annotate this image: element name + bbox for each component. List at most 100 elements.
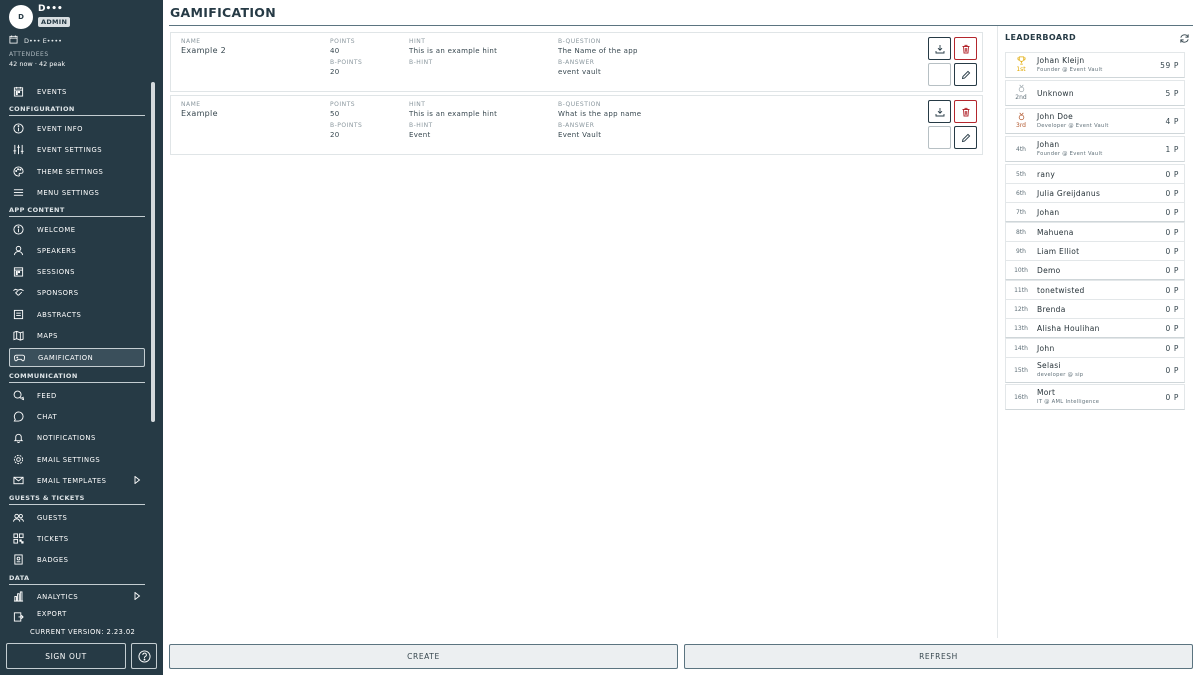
leaderboard-rank: 8th [1016, 229, 1026, 236]
sidebar-item-events[interactable]: EVENTS [9, 82, 145, 101]
edit-button[interactable] [954, 126, 977, 149]
section-title-guests-tickets: GUESTS & TICKETS [9, 494, 145, 505]
leaderboard-row: 13th Alisha Houlihan 0 P [1005, 318, 1185, 338]
leaderboard-row: 6th Julia Greijdanus 0 P [1005, 183, 1185, 203]
sidebar-item-welcome[interactable]: WELCOME [9, 220, 145, 239]
sidebar-item-event-settings[interactable]: EVENT SETTINGS [9, 140, 145, 159]
sidebar-item-chat[interactable]: CHAT [9, 407, 145, 426]
b-question-label: B-QUESTION [558, 101, 601, 108]
sidebar-item-export[interactable]: EXPORT [9, 610, 145, 622]
export-icon [12, 610, 24, 622]
leaderboard-subtitle: Developer @ Event Vault [1037, 123, 1109, 129]
help-button[interactable] [131, 643, 157, 669]
leaderboard-rank: 7th [1016, 209, 1026, 216]
sidebar-item-theme-settings[interactable]: THEME SETTINGS [9, 162, 145, 181]
sign-out-button[interactable]: SIGN OUT [6, 643, 126, 669]
refresh-icon[interactable] [1179, 33, 1190, 44]
sliders-icon [12, 144, 24, 156]
menu-icon [12, 187, 24, 199]
bell-icon [12, 432, 24, 444]
sidebar-item-abstracts[interactable]: ABSTRACTS [9, 305, 145, 324]
sidebar-item-speakers[interactable]: SPEAKERS [9, 241, 145, 260]
sidebar-scrollbar[interactable] [151, 82, 155, 422]
leaderboard-row: 12th Brenda 0 P [1005, 299, 1185, 319]
sidebar-item-analytics[interactable]: ANALYTICS [9, 587, 145, 606]
leaderboard-points: 0 P [1165, 305, 1179, 314]
badge-icon [12, 554, 24, 566]
leaderboard-rank: 10th [1014, 267, 1028, 274]
b-answer-label: B-ANSWER [558, 122, 595, 129]
sidebar-item-label: GAMIFICATION [38, 353, 94, 362]
section-title-data: DATA [9, 574, 145, 585]
sidebar-item-menu-settings[interactable]: MENU SETTINGS [9, 183, 145, 202]
delete-button[interactable] [954, 37, 977, 60]
leaderboard-name: rany [1037, 170, 1056, 179]
delete-button[interactable] [954, 100, 977, 123]
pencil-icon [961, 133, 970, 142]
leaderboard-title: LEADERBOARD [1005, 33, 1077, 42]
empty-action-button[interactable] [928, 126, 951, 149]
sidebar-item-sessions[interactable]: SESSIONS [9, 262, 145, 281]
leaderboard-points: 0 P [1165, 393, 1179, 402]
trophy-icon [1017, 56, 1026, 65]
leaderboard-subtitle: IT @ AML Intelligence [1037, 399, 1100, 405]
points-field: POINTS 40 B-POINTS 20 [330, 38, 362, 77]
leaderboard-rank: 16th [1014, 394, 1028, 401]
sidebar-item-gamification[interactable]: GAMIFICATION [9, 348, 145, 367]
document-icon [12, 309, 24, 321]
trash-icon [962, 44, 969, 53]
points-value: 50 [330, 110, 340, 118]
leaderboard-rank: 12th [1014, 306, 1028, 313]
sidebar-item-maps[interactable]: MAPS [9, 326, 145, 345]
sidebar-item-guests[interactable]: GUESTS [9, 508, 145, 527]
section-title-communication: COMMUNICATION [9, 372, 145, 383]
sidebar-item-label: SPONSORS [37, 288, 79, 297]
avatar[interactable]: D [9, 5, 33, 29]
leaderboard-points: 0 P [1165, 286, 1179, 295]
sidebar-item-label: MAPS [37, 331, 58, 340]
empty-action-button[interactable] [928, 63, 951, 86]
download-button[interactable] [928, 100, 951, 123]
sidebar-item-badges[interactable]: BADGES [9, 550, 145, 569]
info-icon [12, 224, 24, 236]
sidebar-item-event-info[interactable]: EVENT INFO [9, 119, 145, 138]
leaderboard-name: John Doe [1037, 112, 1074, 121]
event-selector[interactable]: D••• E•••• [9, 35, 62, 46]
sidebar-item-tickets[interactable]: TICKETS [9, 529, 145, 548]
name-label: NAME [181, 38, 201, 45]
b-question-value: The Name of the app [558, 47, 638, 55]
sidebar-item-label: ABSTRACTS [37, 310, 82, 319]
sidebar-item-feed[interactable]: FEED [9, 386, 145, 405]
sidebar-item-sponsors[interactable]: SPONSORS [9, 283, 145, 302]
leaderboard-points: 0 P [1165, 170, 1179, 179]
leaderboard-rank: 3rd [1016, 122, 1026, 129]
b-points-value: 20 [330, 68, 340, 76]
section-title-app-content: APP CONTENT [9, 206, 145, 217]
sidebar-item-label: EMAIL SETTINGS [37, 455, 101, 464]
sidebar-item-label: GUESTS [37, 513, 68, 522]
page-title: GAMIFICATION [170, 5, 276, 20]
sidebar-item-label: TICKETS [37, 534, 69, 543]
download-button[interactable] [928, 37, 951, 60]
leaderboard-points: 0 P [1165, 344, 1179, 353]
b-question-field: B-QUESTION What is the app name B-ANSWER… [558, 101, 641, 140]
leaderboard-rank: 5th [1016, 171, 1026, 178]
sidebar-item-label: EVENT SETTINGS [37, 145, 103, 154]
attendees-label: ATTENDEES [9, 51, 49, 58]
sidebar-item-notifications[interactable]: NOTIFICATIONS [9, 428, 145, 447]
sidebar-item-email-settings[interactable]: EMAIL SETTINGS [9, 450, 145, 469]
user-icon [12, 245, 24, 257]
leaderboard-points: 1 P [1165, 145, 1179, 154]
create-button[interactable]: CREATE [169, 644, 678, 669]
qr-code-icon [12, 533, 24, 545]
edit-button[interactable] [954, 63, 977, 86]
leaderboard-points: 59 P [1160, 61, 1179, 70]
leaderboard-name: John [1037, 344, 1055, 353]
leaderboard-name: Mahuena [1037, 228, 1074, 237]
leaderboard-row: 5th rany 0 P [1005, 164, 1185, 184]
leaderboard-points: 0 P [1165, 208, 1179, 217]
sidebar-item-email-templates[interactable]: EMAIL TEMPLATES [9, 471, 145, 490]
leaderboard-row: 11th tonetwisted 0 P [1005, 280, 1185, 300]
leaderboard-name: Johan [1037, 140, 1060, 149]
refresh-button[interactable]: REFRESH [684, 644, 1193, 669]
